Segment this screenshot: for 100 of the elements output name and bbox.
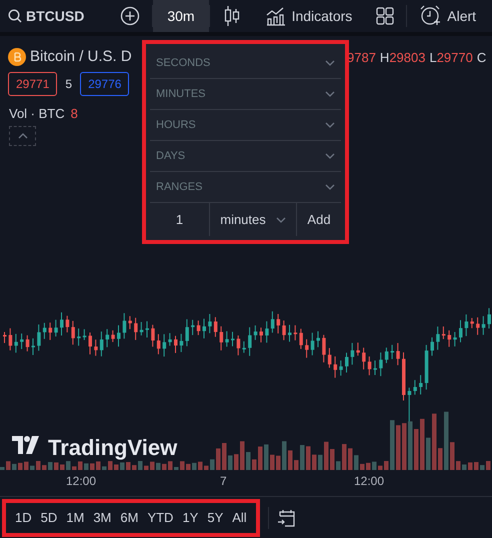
grid-icon[interactable] [376, 7, 394, 25]
volume-bar [90, 463, 94, 470]
range-button[interactable]: YTD [143, 508, 178, 528]
volume-bar [246, 452, 250, 470]
menu-section[interactable]: MINUTES [150, 79, 341, 110]
volume-bar [252, 459, 256, 470]
candle [82, 328, 86, 341]
candlestick-icon[interactable] [224, 5, 240, 27]
candle [248, 326, 252, 356]
candle [20, 333, 24, 350]
volume-bar [126, 462, 130, 470]
candle [196, 320, 200, 336]
ohlc-key: H [380, 48, 390, 68]
menu-section[interactable]: DAYS [150, 141, 341, 172]
volume-bar [240, 441, 244, 470]
candle [191, 319, 195, 336]
tradingview-logo-icon [12, 436, 40, 454]
range-button[interactable]: 1Y [178, 508, 202, 528]
volume-bar [66, 461, 70, 470]
volume-bar [192, 462, 196, 470]
candle [390, 344, 394, 360]
candle [117, 324, 120, 348]
range-button[interactable]: 1M [62, 508, 88, 528]
candle [14, 333, 18, 354]
candle [111, 330, 115, 343]
candle [482, 316, 486, 336]
candle [282, 320, 286, 341]
volume-bar [132, 465, 136, 470]
volume-bar [372, 462, 376, 470]
alert-button[interactable]: Alert [407, 0, 488, 32]
candle [402, 352, 406, 401]
candle [464, 314, 468, 337]
volume-bar [210, 459, 214, 470]
volume-bar [84, 463, 88, 470]
volume-bar [48, 462, 52, 470]
volume-bar [120, 462, 124, 470]
volume-bar [342, 444, 346, 470]
sell-price[interactable]: 29771 [8, 72, 58, 96]
candle [436, 326, 440, 350]
volume-bar [402, 423, 406, 470]
volume-bar [18, 462, 22, 470]
search-icon [8, 9, 22, 23]
calendar-arrow-icon[interactable] [276, 508, 297, 528]
volume-bar [324, 442, 328, 470]
candle [94, 339, 98, 356]
candle [151, 324, 155, 348]
chevron-down-icon [325, 184, 335, 190]
menu-section[interactable]: SECONDS [150, 48, 341, 79]
chevron-down-icon [325, 91, 335, 97]
candle [294, 324, 298, 341]
range-button[interactable]: 5Y [203, 508, 228, 528]
candle [128, 316, 132, 330]
candle [254, 324, 258, 340]
menu-section[interactable]: HOURS [150, 110, 341, 141]
volume-label: Vol · BTC [9, 105, 65, 123]
volume-bar [300, 445, 304, 470]
volume-bar [30, 466, 34, 470]
range-button[interactable]: 5D [36, 508, 62, 528]
ohlc-value: 29770 [436, 49, 473, 67]
add-button[interactable]: Add [297, 203, 341, 236]
collapse-button[interactable] [9, 126, 36, 146]
volume-bar [264, 444, 268, 470]
range-button[interactable]: 3M [89, 508, 116, 528]
buy-price[interactable]: 29776 [80, 72, 130, 96]
watermark-text: TradingView [48, 434, 178, 462]
interval-button[interactable]: 30m [153, 0, 209, 32]
menu-section[interactable]: RANGES [150, 172, 341, 203]
unit-select[interactable]: minutes [210, 203, 297, 236]
candle [42, 322, 46, 340]
volume-bar [378, 466, 382, 470]
volume-bar [432, 414, 436, 470]
volume-bar [474, 462, 478, 470]
range-button[interactable]: 1D [11, 508, 36, 528]
coin-icon [8, 48, 26, 66]
volume-bar [354, 455, 358, 470]
candle [214, 316, 218, 338]
volume-bar [384, 461, 388, 470]
candle [310, 332, 314, 356]
interval-value-field[interactable]: 1 [150, 203, 210, 236]
volume-bar [360, 464, 364, 470]
candle [334, 356, 338, 378]
indicators-button[interactable]: Indicators [254, 0, 364, 32]
range-button[interactable]: All [228, 508, 251, 528]
volume-bar [24, 462, 28, 470]
candle [442, 326, 446, 340]
volume-bar [222, 443, 226, 470]
symbol-search-button[interactable]: BTCUSD [0, 0, 108, 32]
volume-bar [444, 412, 448, 470]
plus-circle-icon[interactable] [120, 6, 140, 26]
chevron-up-icon [18, 133, 28, 139]
candle [8, 328, 12, 351]
volume-bar [330, 449, 334, 470]
candle [54, 319, 58, 337]
volume-bar [216, 448, 220, 470]
volume-bar [12, 464, 16, 470]
candle [368, 356, 372, 376]
range-button[interactable]: 6M [116, 508, 142, 528]
candle [260, 327, 263, 343]
volume-bar [306, 446, 310, 470]
candle [339, 360, 343, 376]
